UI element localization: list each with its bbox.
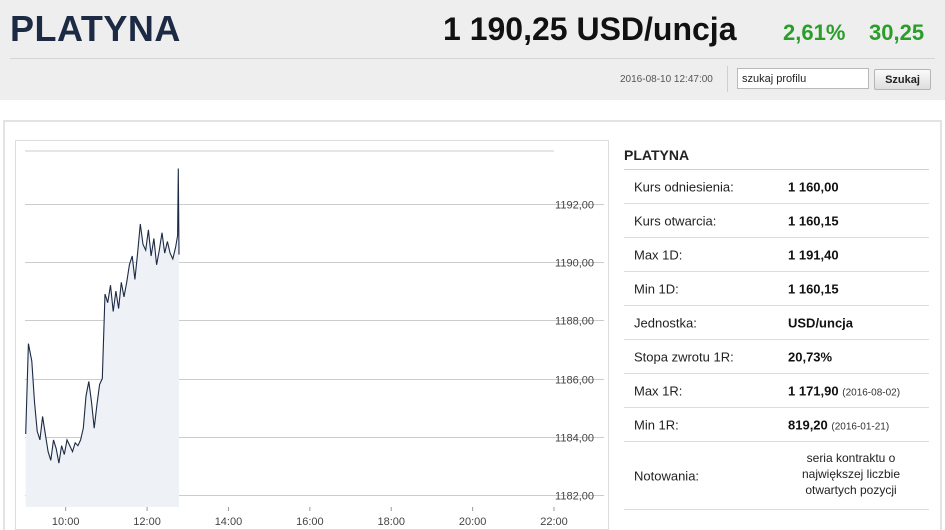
series-area	[25, 168, 180, 507]
info-row: Notowania: seria kontraktu o największej …	[624, 442, 929, 510]
info-row-value: seria kontraktu o największej liczbie ot…	[801, 451, 901, 497]
current-price: 1 190,25 USD/uncja	[443, 11, 737, 47]
info-row: Max 1D: 1 191,40	[624, 238, 929, 272]
info-row-value: 819,20	[788, 417, 828, 432]
info-row-date: (2016-08-02)	[842, 387, 901, 398]
info-row-value: 20,73%	[788, 349, 833, 364]
y-tick-label: 1192,00	[555, 200, 594, 212]
info-row: Kurs otwarcia: 1 160,15	[624, 204, 929, 238]
info-row-value-wrap: 819,20 (2016-01-21)	[788, 417, 889, 432]
info-row-label: Min 1D:	[634, 281, 679, 296]
info-row: Max 1R: 1 171,90 (2016-08-02)	[624, 374, 929, 408]
x-tick-label: 10:00	[52, 516, 80, 528]
info-row-label: Kurs odniesienia:	[634, 179, 734, 194]
instrument-title: PLATYNA	[10, 8, 181, 49]
info-title: PLATYNA	[624, 140, 929, 170]
y-tick-label: 1184,00	[555, 433, 594, 445]
x-tick-label: 14:00	[215, 516, 243, 528]
info-row-value: 1 160,00	[788, 179, 839, 194]
search-button[interactable]: Szukaj	[874, 69, 931, 90]
info-row-label: Stopa zwrotu 1R:	[634, 349, 734, 364]
info-row-value-wrap: 1 171,90 (2016-08-02)	[788, 383, 900, 398]
y-tick-label: 1182,00	[555, 491, 594, 503]
y-tick-label: 1188,00	[555, 316, 594, 328]
x-tick-label: 20:00	[459, 516, 487, 528]
info-row-value-wrap: 1 160,00	[788, 179, 839, 194]
info-row-value-wrap: 1 160,15	[788, 213, 839, 228]
info-row-label: Jednostka:	[634, 315, 697, 330]
x-tick-label: 18:00	[377, 516, 405, 528]
info-row-label: Max 1D:	[634, 247, 683, 262]
x-tick-label: 16:00	[296, 516, 324, 528]
info-row-label: Kurs otwarcia:	[634, 213, 717, 228]
info-row: Min 1R: 819,20 (2016-01-21)	[624, 408, 929, 442]
y-tick-label: 1186,00	[555, 375, 594, 387]
info-row: Stopa zwrotu 1R: 20,73%	[624, 340, 929, 374]
x-tick-label: 22:00	[540, 516, 568, 528]
price-chart-svg: 1182,00 1184,00 1186,00 1188,00 1190,00 1192,…	[25, 150, 604, 528]
info-row-value-wrap: 1 191,40	[788, 247, 839, 262]
info-row-value-wrap: 20,73%	[788, 349, 832, 364]
info-table: PLATYNA Kurs odniesienia: 1 160,00 Kurs ot…	[624, 140, 929, 510]
info-row-value-wrap: USD/uncja	[788, 315, 853, 330]
search-profile-input[interactable]	[737, 68, 869, 89]
info-rows: Kurs odniesienia: 1 160,00 Kurs otwarcia: 1…	[624, 170, 929, 510]
info-row-label: Min 1R:	[634, 417, 679, 432]
info-row-date: (2016-01-21)	[831, 421, 890, 432]
info-row-value: 1 171,90	[788, 383, 839, 398]
info-row: Jednostka: USD/uncja	[624, 306, 929, 340]
info-row-value-wrap: 1 160,15	[788, 281, 839, 296]
header-divider	[10, 58, 935, 59]
info-row-value: 1 191,40	[788, 247, 839, 262]
info-row: Min 1D: 1 160,15	[624, 272, 929, 306]
info-row-value: 1 160,15	[788, 213, 839, 228]
price-chart[interactable]: 1182,00 1184,00 1186,00 1188,00 1190,00 1192,…	[15, 140, 609, 530]
header-bar: PLATYNA 1 190,25 USD/uncja 2,61% 30,25 2…	[0, 0, 945, 100]
header-separator	[727, 66, 728, 92]
info-row-label: Notowania:	[634, 468, 700, 483]
info-row-value: USD/uncja	[788, 315, 854, 330]
info-row-value: 1 160,15	[788, 281, 839, 296]
y-tick-label: 1190,00	[555, 258, 594, 270]
info-row: Kurs odniesienia: 1 160,00	[624, 170, 929, 204]
change-absolute: 30,25	[869, 20, 925, 45]
quote-timestamp: 2016-08-10 12:47:00	[620, 74, 713, 85]
info-row-label: Max 1R:	[634, 383, 683, 398]
x-tick-label: 12:00	[133, 516, 161, 528]
change-percent: 2,61%	[783, 20, 846, 45]
